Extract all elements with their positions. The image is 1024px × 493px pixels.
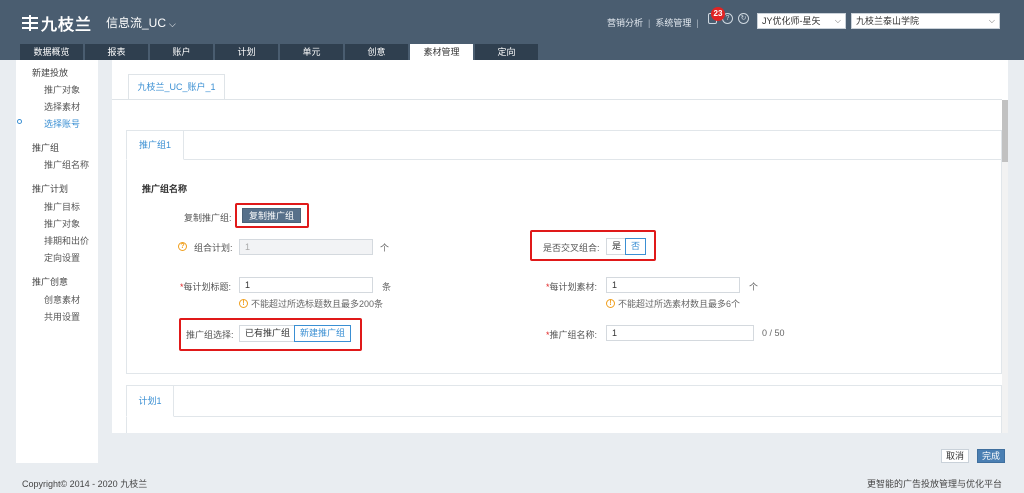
scrollbar-thumb[interactable] xyxy=(1002,100,1008,162)
divider xyxy=(112,99,1002,100)
sidebar-item-targeting[interactable]: 定向设置 xyxy=(44,251,80,264)
brand-logo[interactable]: 九枝兰 xyxy=(22,11,92,35)
sidebar-item-group[interactable]: 推广组 xyxy=(32,141,59,154)
help-icon[interactable]: ? xyxy=(178,242,187,251)
chevron-down-icon: ⌵ xyxy=(988,16,995,25)
app-name: 信息流_UC xyxy=(106,16,167,30)
user-select[interactable]: JY优化师-星矢 ⌵ xyxy=(757,13,846,29)
warning-icon: ! xyxy=(239,299,248,308)
tab-targeting[interactable]: 定向 xyxy=(475,44,538,60)
cancel-button[interactable]: 取消 xyxy=(941,449,970,463)
group-name-label-text: 推广组名称: xyxy=(549,330,598,340)
sidebar-item-plan-goal[interactable]: 推广目标 xyxy=(44,200,80,213)
tab-reports[interactable]: 报表 xyxy=(85,44,148,60)
title-per-plan-unit: 条 xyxy=(382,282,392,292)
highlight-box xyxy=(235,203,309,228)
divider: | xyxy=(648,17,651,28)
tab-plan-1[interactable]: 计划1 xyxy=(126,385,174,417)
sidebar-item-plan-target[interactable]: 推广对象 xyxy=(44,217,80,230)
tab-account-1[interactable]: 九枝兰_UC_账户_1 xyxy=(128,74,225,100)
sidebar-item-creative-material[interactable]: 创意素材 xyxy=(44,293,80,306)
combo-plan-unit: 个 xyxy=(380,243,390,253)
copy-group-label: 复制推广组: xyxy=(184,213,232,223)
title-per-plan-hint-text: 不能超过所选标题数且最多200条 xyxy=(251,299,384,309)
title-per-plan-hint: ! 不能超过所选标题数且最多200条 xyxy=(239,297,383,310)
sidebar-item-plan[interactable]: 推广计划 xyxy=(32,182,68,195)
tab-material-management[interactable]: 素材管理 xyxy=(410,44,473,60)
main-nav-tabs: 数据概览 报表 账户 计划 单元 创意 素材管理 定向 xyxy=(20,44,538,60)
copyright: Copyright© 2014 - 2020 九枝兰 xyxy=(22,479,148,489)
user-select-value: JY优化师-星矢 xyxy=(762,16,821,26)
logo-icon xyxy=(22,15,38,31)
done-button[interactable]: 完成 xyxy=(977,449,1006,463)
title-per-plan-input[interactable]: 1 xyxy=(239,277,373,293)
divider: | xyxy=(696,17,699,28)
divider xyxy=(174,416,1002,417)
system-management-link[interactable]: 系统管理 xyxy=(655,16,691,29)
group-name-input[interactable]: 1 xyxy=(606,325,754,341)
top-header: 九枝兰 信息流_UC ⌵ 营销分析 | 系统管理 | ? ↻ 23 JY优化师-星… xyxy=(0,0,1024,44)
page-footer: Copyright© 2014 - 2020 九枝兰 更智能的广告投放管理与优化… xyxy=(0,470,1024,493)
group-name-counter: 0 / 50 xyxy=(762,328,785,338)
sidebar-item-group-name[interactable]: 推广组名称 xyxy=(44,158,89,171)
main-content: 九枝兰_UC_账户_1 推广组1 推广组名称 复制推广组: 复制推广组 ? 组合… xyxy=(112,60,1008,433)
notification-badge: 23 xyxy=(711,7,725,21)
sidebar: 新建投放 推广对象 选择素材 选择账号 推广组 推广组名称 推广计划 推广目标 … xyxy=(16,60,98,463)
combo-plan-input: 1 xyxy=(239,239,373,255)
highlight-box xyxy=(530,230,656,261)
material-per-plan-input[interactable]: 1 xyxy=(606,277,740,293)
tab-account[interactable]: 账户 xyxy=(150,44,213,60)
slogan: 更智能的广告投放管理与优化平台 xyxy=(866,479,1002,489)
sidebar-item-promo-target[interactable]: 推广对象 xyxy=(44,83,80,96)
logo-text: 九枝兰 xyxy=(41,17,93,34)
sidebar-item-new-campaign[interactable]: 新建投放 xyxy=(32,66,68,79)
plan-panel xyxy=(126,385,1002,433)
tab-group-1[interactable]: 推广组1 xyxy=(126,130,184,160)
sidebar-item-common-settings[interactable]: 共用设置 xyxy=(44,310,80,323)
material-per-plan-label-text: 每计划素材: xyxy=(549,282,598,292)
sidebar-item-schedule-bid[interactable]: 排期和出价 xyxy=(44,234,89,247)
divider xyxy=(184,159,1002,160)
school-select[interactable]: 九枝兰泰山学院 ⌵ xyxy=(851,13,1000,29)
title-per-plan-label: *每计划标题: xyxy=(180,282,232,292)
app-switcher[interactable]: 信息流_UC ⌵ xyxy=(106,14,176,31)
sidebar-item-select-account[interactable]: 选择账号 xyxy=(44,117,80,130)
combo-plan-label: 组合计划: xyxy=(194,243,233,253)
sidebar-item-creative[interactable]: 推广创意 xyxy=(32,275,68,288)
material-per-plan-unit: 个 xyxy=(749,282,759,292)
refresh-icon[interactable]: ↻ xyxy=(738,13,749,24)
top-links: 营销分析 | 系统管理 | xyxy=(607,16,699,29)
marketing-analysis-link[interactable]: 营销分析 xyxy=(607,16,643,29)
sidebar-item-select-material[interactable]: 选择素材 xyxy=(44,100,80,113)
title-per-plan-label-text: 每计划标题: xyxy=(183,282,232,292)
chevron-down-icon: ⌵ xyxy=(834,16,841,25)
material-per-plan-label: *每计划素材: xyxy=(546,282,598,292)
tab-data-overview[interactable]: 数据概览 xyxy=(20,44,83,60)
highlight-box xyxy=(179,318,362,351)
school-select-value: 九枝兰泰山学院 xyxy=(856,16,920,26)
group-name-label: *推广组名称: xyxy=(546,330,598,340)
material-per-plan-hint-text: 不能超过所选素材数且最多6个 xyxy=(618,299,741,309)
section-title: 推广组名称 xyxy=(142,184,188,194)
chevron-down-icon: ⌵ xyxy=(169,19,176,29)
tab-unit[interactable]: 单元 xyxy=(280,44,343,60)
warning-icon: ! xyxy=(606,299,615,308)
current-step-icon xyxy=(17,119,22,124)
material-per-plan-hint: ! 不能超过所选素材数且最多6个 xyxy=(606,297,740,310)
tab-creative[interactable]: 创意 xyxy=(345,44,408,60)
tab-plan[interactable]: 计划 xyxy=(215,44,278,60)
